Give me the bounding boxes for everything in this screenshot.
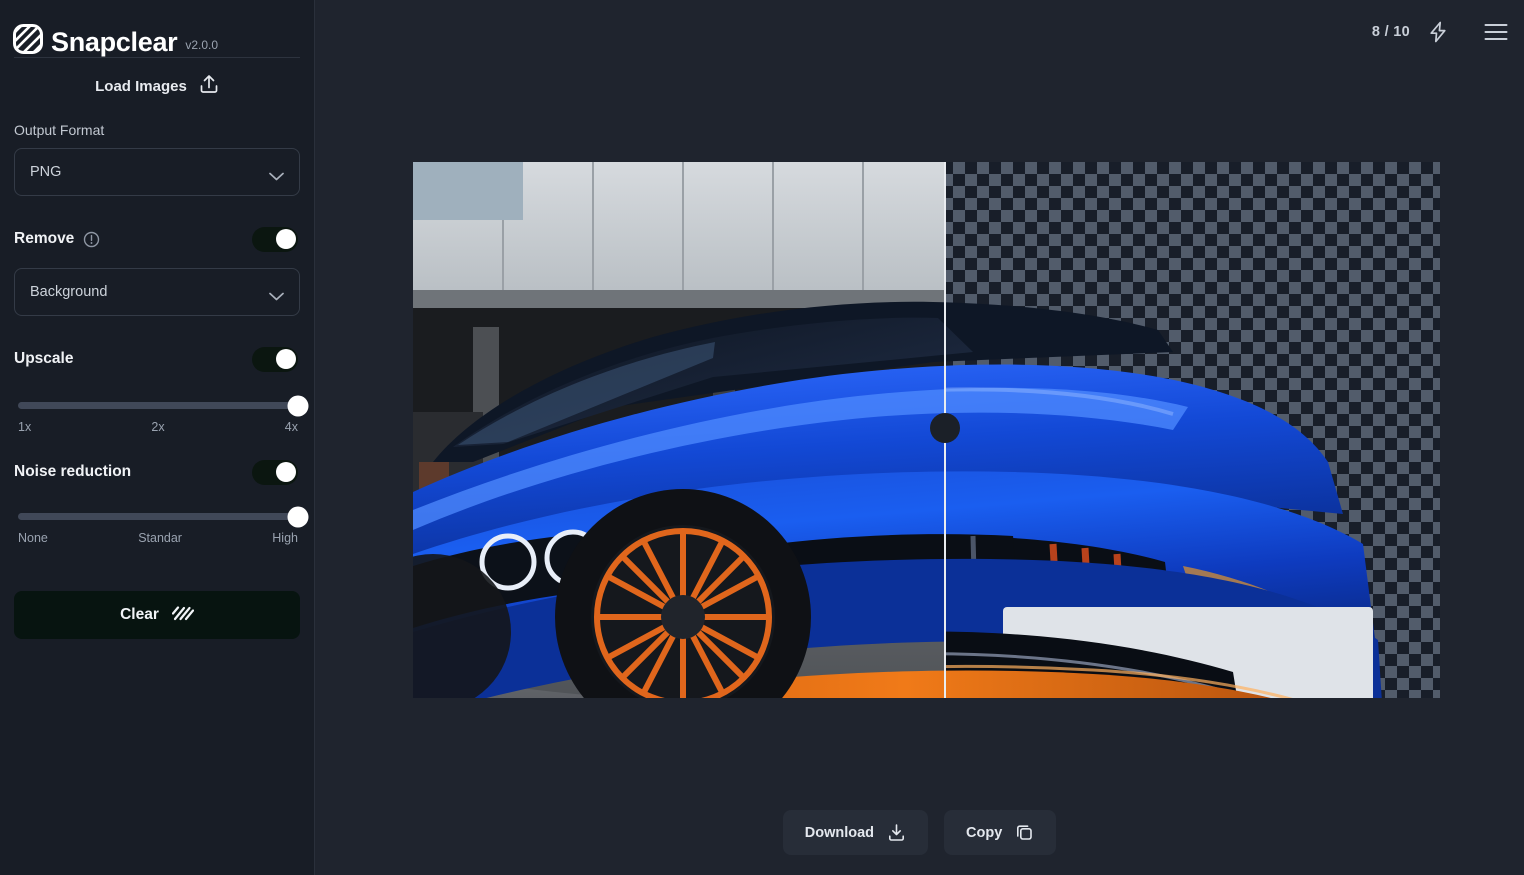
app-root: Snapclear v2.0.0 Load Images Output Form…	[0, 0, 1524, 875]
comparison-divider[interactable]	[929, 162, 960, 698]
upscale-control-row: Upscale	[0, 342, 314, 376]
before-after-comparison[interactable]	[413, 162, 1440, 698]
output-format-label: Output Format	[14, 122, 105, 138]
remove-control-row: Remove	[0, 222, 314, 256]
copy-icon	[1015, 823, 1034, 842]
brand-name: Snapclear	[51, 27, 178, 57]
load-images-label: Load Images	[95, 77, 187, 95]
noise-tick-none: None	[18, 531, 48, 545]
striped-rounded-square-logo-icon	[13, 24, 43, 54]
toggle-knob	[275, 349, 296, 369]
info-circle-icon[interactable]	[83, 231, 100, 248]
upscale-tick-4x: 4x	[284, 420, 298, 434]
chevron-down-icon	[269, 288, 284, 300]
brand: Snapclear v2.0.0	[0, 0, 314, 57]
noise-reduction-slider-wrap: None Standar High	[0, 506, 314, 545]
copy-label: Copy	[966, 824, 1003, 841]
remove-toggle[interactable]	[252, 226, 298, 252]
noise-tick-standar: Standar	[138, 531, 182, 545]
chevron-down-icon	[269, 168, 284, 180]
diagonal-stripes-icon	[171, 603, 194, 628]
car-before-art	[413, 162, 944, 698]
remove-target-select[interactable]: Background	[14, 268, 300, 316]
download-icon	[887, 823, 906, 842]
download-label: Download	[804, 824, 875, 841]
upscale-tick-1x: 1x	[18, 420, 32, 434]
clear-button[interactable]: Clear	[14, 591, 300, 639]
remove-label-group: Remove	[14, 230, 100, 248]
noise-tick-high: High	[272, 531, 298, 545]
sidebar: Snapclear v2.0.0 Load Images Output Form…	[0, 0, 315, 875]
load-images-button[interactable]: Load Images	[0, 58, 314, 114]
noise-reduction-label: Noise reduction	[14, 463, 132, 480]
download-button[interactable]: Download	[782, 810, 929, 855]
compare-drag-handle[interactable]	[929, 413, 960, 443]
upscale-tick-2x: 2x	[151, 420, 165, 434]
upscale-label: Upscale	[14, 350, 74, 367]
action-buttons: Download Copy	[315, 810, 1524, 855]
copy-button[interactable]: Copy	[944, 810, 1057, 855]
output-format-select[interactable]: PNG	[14, 148, 300, 196]
upscale-tick-labels: 1x 2x 4x	[18, 420, 298, 434]
upscale-slider-wrap: 1x 2x 4x	[0, 395, 314, 434]
brand-version: v2.0.0	[185, 38, 219, 52]
upscale-slider[interactable]	[18, 395, 309, 416]
upscale-toggle[interactable]	[252, 346, 298, 372]
remove-target-value: Background	[30, 284, 108, 300]
toggle-knob	[275, 462, 296, 482]
output-format-value: PNG	[30, 164, 62, 180]
upscale-slider-knob[interactable]	[287, 395, 309, 416]
noise-reduction-toggle[interactable]	[252, 459, 298, 485]
toggle-knob	[275, 229, 296, 249]
clear-label: Clear	[120, 606, 159, 623]
noise-reduction-control-row: Noise reduction	[0, 455, 314, 489]
noise-reduction-slider[interactable]	[18, 506, 309, 527]
remove-label: Remove	[14, 230, 75, 247]
canvas-area: Download Copy	[315, 0, 1524, 875]
before-image-clip	[413, 162, 944, 698]
upload-icon	[199, 73, 219, 99]
noise-reduction-tick-labels: None Standar High	[18, 531, 298, 545]
noise-reduction-slider-knob[interactable]	[287, 506, 309, 527]
